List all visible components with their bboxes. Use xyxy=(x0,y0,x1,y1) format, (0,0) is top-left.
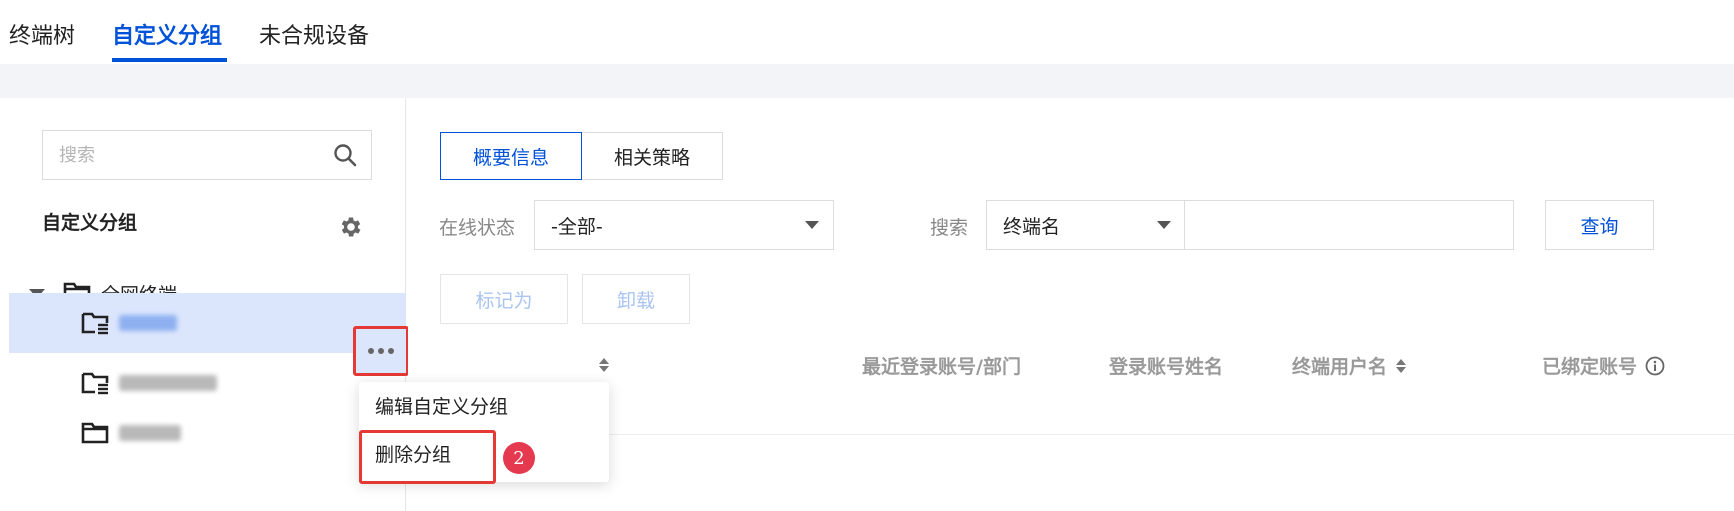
sort-icon[interactable] xyxy=(1395,358,1407,374)
info-icon[interactable] xyxy=(1645,356,1665,376)
query-button[interactable]: 查询 xyxy=(1545,200,1654,250)
more-actions-button[interactable] xyxy=(353,326,409,376)
top-tab-bar: 终端树 自定义分组 未合规设备 xyxy=(0,0,1734,64)
tab-related-policies[interactable]: 相关策略 xyxy=(582,132,724,180)
column-header-label: 终端用户名 xyxy=(1292,356,1388,378)
column-header-bound-account[interactable]: 已绑定账号 xyxy=(1542,352,1665,379)
group-folder-icon xyxy=(81,312,109,335)
online-status-label: 在线状态 xyxy=(439,217,516,239)
active-tab-indicator xyxy=(112,58,227,62)
redacted-group-name xyxy=(119,425,181,441)
group-folder-icon xyxy=(81,372,109,395)
redacted-group-name xyxy=(119,315,177,331)
tab-overview[interactable]: 概要信息 xyxy=(440,132,583,180)
page-background-band xyxy=(0,64,1734,98)
mark-as-button[interactable]: 标记为 xyxy=(440,274,568,324)
more-dot xyxy=(388,348,394,354)
redacted-group-name xyxy=(119,375,217,391)
column-header-label: 最近登录账号/部门 xyxy=(862,356,1021,378)
search-field-value: 终端名 xyxy=(1003,215,1061,238)
tab-noncompliant-devices[interactable]: 未合规设备 xyxy=(259,22,369,52)
search-field-select[interactable]: 终端名 xyxy=(986,200,1186,250)
chevron-down-icon xyxy=(805,221,819,229)
column-header-login-name[interactable]: 登录账号姓名 xyxy=(1109,352,1223,379)
more-dot xyxy=(368,348,374,354)
menu-item-delete-group[interactable]: 删除分组 xyxy=(375,440,451,467)
detail-tabs: 概要信息 相关策略 xyxy=(440,132,724,180)
uninstall-button[interactable]: 卸载 xyxy=(582,274,690,324)
search-text-input[interactable] xyxy=(1184,200,1514,250)
search-icon[interactable] xyxy=(333,143,357,167)
folder-icon xyxy=(81,422,109,444)
column-header-terminal-user[interactable]: 终端用户名 xyxy=(1292,352,1407,379)
tree-item[interactable] xyxy=(9,403,406,463)
chevron-down-icon xyxy=(1157,221,1171,229)
tab-terminal-tree[interactable]: 终端树 xyxy=(9,22,75,52)
more-dot xyxy=(378,348,384,354)
menu-item-edit-group[interactable]: 编辑自定义分组 xyxy=(375,392,508,419)
tab-custom-group[interactable]: 自定义分组 xyxy=(112,22,222,52)
online-status-value: -全部- xyxy=(551,215,603,238)
section-title: 自定义分组 xyxy=(42,212,138,234)
tree-search-box xyxy=(42,130,372,180)
column-header-last-login[interactable]: 最近登录账号/部门 xyxy=(862,352,1021,379)
step-badge-2: 2 xyxy=(503,442,535,474)
group-tree-panel: 自定义分组 全网终端 xyxy=(9,98,406,511)
gear-icon[interactable] xyxy=(338,214,364,240)
table-header-divider xyxy=(440,434,1734,435)
group-context-menu: 编辑自定义分组 删除分组 xyxy=(359,382,609,482)
sort-icon[interactable] xyxy=(598,357,610,373)
search-label: 搜索 xyxy=(930,217,969,239)
column-header-label: 登录账号姓名 xyxy=(1109,356,1224,378)
column-header-label: 已绑定账号 xyxy=(1542,356,1638,378)
tree-item-selected[interactable] xyxy=(9,293,406,353)
tree-search-input[interactable] xyxy=(43,131,323,179)
online-status-select[interactable]: -全部- xyxy=(534,200,834,250)
